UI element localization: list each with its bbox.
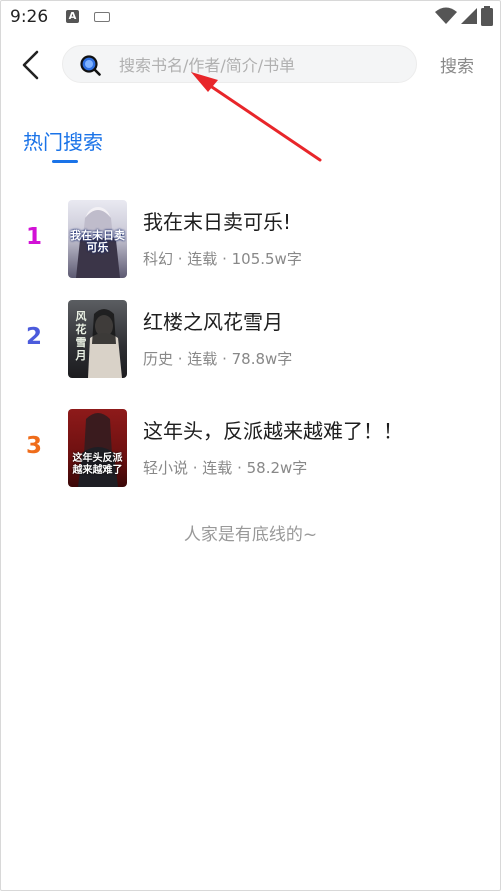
rank-number: 3 xyxy=(26,433,43,459)
status-bar: 9:26 A xyxy=(0,0,501,32)
rank-number: 2 xyxy=(26,324,43,350)
end-of-list-note: 人家是有底线的~ xyxy=(183,525,318,545)
book-meta: 科幻 · 连载 · 105.5w字 xyxy=(143,250,302,268)
search-bar[interactable] xyxy=(62,45,417,83)
book-list-item[interactable]: 2 风花雪月 红楼之风花雪月 历史 · 连载 · 78.8w字 xyxy=(0,300,501,380)
book-list-item[interactable]: 3 这年头反派越来越难了 这年头，反派越来越难了！！ 轻小说 · 连载 · 58… xyxy=(0,409,501,489)
cell-signal-icon xyxy=(461,8,477,24)
search-input[interactable] xyxy=(119,53,409,77)
book-cover: 我在末日卖可乐 xyxy=(68,200,127,278)
chevron-left-icon xyxy=(22,50,39,80)
cover-title-text: 我在末日卖可乐 xyxy=(70,229,125,254)
a-app-icon: A xyxy=(66,10,79,23)
book-meta: 轻小说 · 连载 · 58.2w字 xyxy=(143,459,308,477)
book-title: 红楼之风花雪月 xyxy=(143,310,283,334)
wifi-icon xyxy=(435,7,457,24)
search-icon xyxy=(80,55,101,76)
book-title: 这年头，反派越来越难了！！ xyxy=(143,419,403,443)
tab-hot-search[interactable]: 热门搜索 xyxy=(23,126,103,155)
book-cover: 风花雪月 xyxy=(68,300,127,378)
back-button[interactable] xyxy=(17,46,47,84)
cover-title-text: 这年头反派越来越难了 xyxy=(72,453,123,476)
battery-icon xyxy=(481,6,493,26)
book-meta: 历史 · 连载 · 78.8w字 xyxy=(143,350,293,368)
tab-indicator xyxy=(52,160,78,163)
search-button[interactable]: 搜索 xyxy=(440,52,474,77)
system-icons xyxy=(435,6,493,26)
book-list-item[interactable]: 1 我在末日卖可乐 我在末日卖可乐! 科幻 · 连载 · 105.5w字 xyxy=(0,200,501,280)
rank-number: 1 xyxy=(26,224,43,250)
keyboard-icon xyxy=(94,12,110,22)
cover-title-text: 风花雪月 xyxy=(75,310,87,362)
status-time: 9:26 xyxy=(10,7,49,27)
book-cover: 这年头反派越来越难了 xyxy=(68,409,127,487)
book-title: 我在末日卖可乐! xyxy=(143,210,292,234)
